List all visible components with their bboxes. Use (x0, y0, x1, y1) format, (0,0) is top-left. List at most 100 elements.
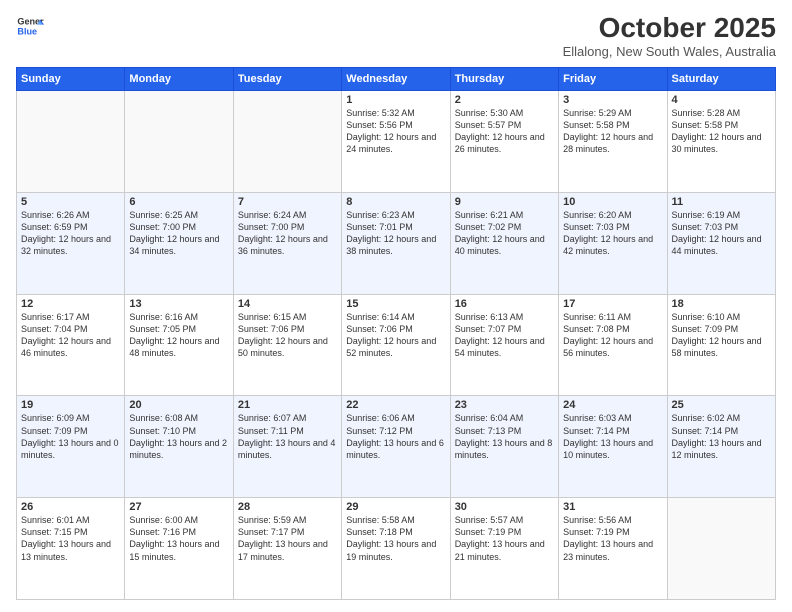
cell-w2-d2: 6Sunrise: 6:25 AMSunset: 7:00 PMDaylight… (125, 192, 233, 294)
cell-w2-d3: 7Sunrise: 6:24 AMSunset: 7:00 PMDaylight… (233, 192, 341, 294)
day-number: 24 (563, 399, 662, 411)
cell-w1-d2 (125, 91, 233, 193)
month-title: October 2025 (563, 12, 776, 44)
day-info: Sunrise: 5:56 AMSunset: 7:19 PMDaylight:… (563, 514, 662, 563)
week-row-4: 19Sunrise: 6:09 AMSunset: 7:09 PMDayligh… (17, 396, 776, 498)
cell-w4-d6: 24Sunrise: 6:03 AMSunset: 7:14 PMDayligh… (559, 396, 667, 498)
cell-w2-d5: 9Sunrise: 6:21 AMSunset: 7:02 PMDaylight… (450, 192, 558, 294)
cell-w1-d1 (17, 91, 125, 193)
header-sunday: Sunday (17, 68, 125, 91)
cell-w4-d4: 22Sunrise: 6:06 AMSunset: 7:12 PMDayligh… (342, 396, 450, 498)
day-info: Sunrise: 6:21 AMSunset: 7:02 PMDaylight:… (455, 209, 554, 258)
cell-w1-d7: 4Sunrise: 5:28 AMSunset: 5:58 PMDaylight… (667, 91, 775, 193)
cell-w2-d4: 8Sunrise: 6:23 AMSunset: 7:01 PMDaylight… (342, 192, 450, 294)
logo-icon: General Blue (16, 12, 44, 40)
header-thursday: Thursday (450, 68, 558, 91)
weekday-header-row: Sunday Monday Tuesday Wednesday Thursday… (17, 68, 776, 91)
day-info: Sunrise: 6:01 AMSunset: 7:15 PMDaylight:… (21, 514, 120, 563)
cell-w5-d6: 31Sunrise: 5:56 AMSunset: 7:19 PMDayligh… (559, 498, 667, 600)
calendar-table: Sunday Monday Tuesday Wednesday Thursday… (16, 67, 776, 600)
day-info: Sunrise: 6:26 AMSunset: 6:59 PMDaylight:… (21, 209, 120, 258)
day-number: 21 (238, 399, 337, 411)
day-number: 11 (672, 196, 771, 208)
cell-w1-d3 (233, 91, 341, 193)
day-info: Sunrise: 5:28 AMSunset: 5:58 PMDaylight:… (672, 107, 771, 156)
day-info: Sunrise: 6:08 AMSunset: 7:10 PMDaylight:… (129, 412, 228, 461)
cell-w1-d6: 3Sunrise: 5:29 AMSunset: 5:58 PMDaylight… (559, 91, 667, 193)
day-number: 22 (346, 399, 445, 411)
day-number: 8 (346, 196, 445, 208)
cell-w5-d4: 29Sunrise: 5:58 AMSunset: 7:18 PMDayligh… (342, 498, 450, 600)
location: Ellalong, New South Wales, Australia (563, 44, 776, 59)
cell-w4-d2: 20Sunrise: 6:08 AMSunset: 7:10 PMDayligh… (125, 396, 233, 498)
day-number: 20 (129, 399, 228, 411)
day-info: Sunrise: 5:32 AMSunset: 5:56 PMDaylight:… (346, 107, 445, 156)
day-info: Sunrise: 6:07 AMSunset: 7:11 PMDaylight:… (238, 412, 337, 461)
cell-w3-d1: 12Sunrise: 6:17 AMSunset: 7:04 PMDayligh… (17, 294, 125, 396)
cell-w5-d3: 28Sunrise: 5:59 AMSunset: 7:17 PMDayligh… (233, 498, 341, 600)
day-info: Sunrise: 6:17 AMSunset: 7:04 PMDaylight:… (21, 311, 120, 360)
day-number: 18 (672, 298, 771, 310)
week-row-2: 5Sunrise: 6:26 AMSunset: 6:59 PMDaylight… (17, 192, 776, 294)
day-number: 2 (455, 94, 554, 106)
cell-w3-d6: 17Sunrise: 6:11 AMSunset: 7:08 PMDayligh… (559, 294, 667, 396)
day-info: Sunrise: 5:59 AMSunset: 7:17 PMDaylight:… (238, 514, 337, 563)
day-number: 10 (563, 196, 662, 208)
cell-w2-d6: 10Sunrise: 6:20 AMSunset: 7:03 PMDayligh… (559, 192, 667, 294)
title-block: October 2025 Ellalong, New South Wales, … (563, 12, 776, 59)
day-info: Sunrise: 6:02 AMSunset: 7:14 PMDaylight:… (672, 412, 771, 461)
header: General Blue October 2025 Ellalong, New … (16, 12, 776, 59)
day-info: Sunrise: 6:03 AMSunset: 7:14 PMDaylight:… (563, 412, 662, 461)
header-monday: Monday (125, 68, 233, 91)
day-info: Sunrise: 6:15 AMSunset: 7:06 PMDaylight:… (238, 311, 337, 360)
cell-w2-d7: 11Sunrise: 6:19 AMSunset: 7:03 PMDayligh… (667, 192, 775, 294)
day-info: Sunrise: 5:58 AMSunset: 7:18 PMDaylight:… (346, 514, 445, 563)
svg-text:Blue: Blue (17, 26, 37, 36)
cell-w1-d4: 1Sunrise: 5:32 AMSunset: 5:56 PMDaylight… (342, 91, 450, 193)
day-info: Sunrise: 6:09 AMSunset: 7:09 PMDaylight:… (21, 412, 120, 461)
day-number: 9 (455, 196, 554, 208)
day-info: Sunrise: 6:06 AMSunset: 7:12 PMDaylight:… (346, 412, 445, 461)
day-info: Sunrise: 6:24 AMSunset: 7:00 PMDaylight:… (238, 209, 337, 258)
day-info: Sunrise: 6:23 AMSunset: 7:01 PMDaylight:… (346, 209, 445, 258)
day-number: 28 (238, 501, 337, 513)
cell-w4-d7: 25Sunrise: 6:02 AMSunset: 7:14 PMDayligh… (667, 396, 775, 498)
logo: General Blue (16, 12, 44, 40)
cell-w4-d3: 21Sunrise: 6:07 AMSunset: 7:11 PMDayligh… (233, 396, 341, 498)
week-row-1: 1Sunrise: 5:32 AMSunset: 5:56 PMDaylight… (17, 91, 776, 193)
week-row-5: 26Sunrise: 6:01 AMSunset: 7:15 PMDayligh… (17, 498, 776, 600)
day-number: 25 (672, 399, 771, 411)
day-number: 13 (129, 298, 228, 310)
day-number: 15 (346, 298, 445, 310)
day-number: 1 (346, 94, 445, 106)
cell-w5-d1: 26Sunrise: 6:01 AMSunset: 7:15 PMDayligh… (17, 498, 125, 600)
page: General Blue October 2025 Ellalong, New … (0, 0, 792, 612)
day-number: 31 (563, 501, 662, 513)
day-number: 29 (346, 501, 445, 513)
day-info: Sunrise: 5:57 AMSunset: 7:19 PMDaylight:… (455, 514, 554, 563)
day-info: Sunrise: 6:04 AMSunset: 7:13 PMDaylight:… (455, 412, 554, 461)
day-number: 19 (21, 399, 120, 411)
day-info: Sunrise: 5:30 AMSunset: 5:57 PMDaylight:… (455, 107, 554, 156)
week-row-3: 12Sunrise: 6:17 AMSunset: 7:04 PMDayligh… (17, 294, 776, 396)
day-number: 5 (21, 196, 120, 208)
day-info: Sunrise: 6:20 AMSunset: 7:03 PMDaylight:… (563, 209, 662, 258)
day-number: 3 (563, 94, 662, 106)
day-info: Sunrise: 6:19 AMSunset: 7:03 PMDaylight:… (672, 209, 771, 258)
day-number: 6 (129, 196, 228, 208)
header-saturday: Saturday (667, 68, 775, 91)
day-info: Sunrise: 6:16 AMSunset: 7:05 PMDaylight:… (129, 311, 228, 360)
cell-w4-d1: 19Sunrise: 6:09 AMSunset: 7:09 PMDayligh… (17, 396, 125, 498)
day-number: 17 (563, 298, 662, 310)
cell-w5-d2: 27Sunrise: 6:00 AMSunset: 7:16 PMDayligh… (125, 498, 233, 600)
day-info: Sunrise: 6:14 AMSunset: 7:06 PMDaylight:… (346, 311, 445, 360)
day-info: Sunrise: 5:29 AMSunset: 5:58 PMDaylight:… (563, 107, 662, 156)
cell-w5-d5: 30Sunrise: 5:57 AMSunset: 7:19 PMDayligh… (450, 498, 558, 600)
cell-w1-d5: 2Sunrise: 5:30 AMSunset: 5:57 PMDaylight… (450, 91, 558, 193)
header-tuesday: Tuesday (233, 68, 341, 91)
day-number: 7 (238, 196, 337, 208)
day-info: Sunrise: 6:11 AMSunset: 7:08 PMDaylight:… (563, 311, 662, 360)
day-number: 23 (455, 399, 554, 411)
cell-w3-d2: 13Sunrise: 6:16 AMSunset: 7:05 PMDayligh… (125, 294, 233, 396)
header-wednesday: Wednesday (342, 68, 450, 91)
